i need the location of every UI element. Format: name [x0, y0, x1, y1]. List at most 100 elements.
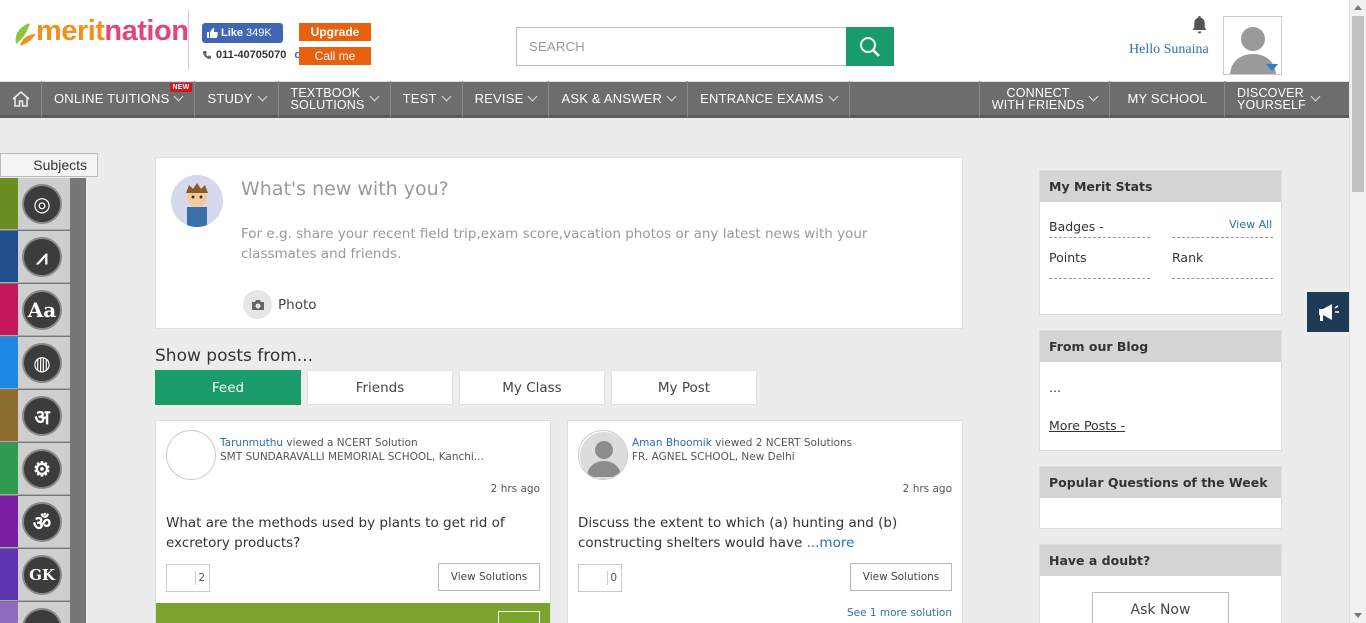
more-link[interactable]: ...more — [807, 535, 855, 551]
school-name: FR. AGNEL SCHOOL, New Delhi — [632, 451, 795, 463]
subject-gk[interactable]: GK — [0, 549, 70, 601]
subject-hindi[interactable]: अ — [0, 390, 70, 442]
gear-icon: ⚙ — [22, 449, 62, 489]
meritnation-logo[interactable]: meritnation — [10, 8, 189, 48]
post-time: 2 hrs ago — [902, 483, 952, 495]
subject-science[interactable]: ⚙ — [0, 443, 70, 495]
greeting-text[interactable]: Hello Sunaina — [1129, 42, 1209, 58]
composer-prompt[interactable]: What's new with you? — [241, 178, 449, 200]
compass-icon: ⩘ — [22, 237, 62, 277]
megaphone-icon — [1319, 304, 1339, 321]
more-subject-icon: ∞ — [22, 608, 62, 623]
phone-icon — [203, 51, 211, 59]
chevron-down-icon — [528, 91, 538, 102]
search-input[interactable]: SEARCH — [516, 27, 847, 66]
popular-questions-widget: Popular Questions of the Week — [1039, 466, 1282, 529]
nav-ask-answer[interactable]: ASK & ANSWER — [549, 80, 689, 117]
nav-entrance-exams[interactable]: ENTRANCE EXAMS — [688, 80, 850, 117]
nav-revise[interactable]: REVISE — [463, 80, 550, 117]
see-more-solution-link[interactable]: See 1 more solution — [847, 607, 952, 619]
chevron-down-icon — [828, 91, 839, 102]
merit-stats-widget: My Merit Stats Badges - View All Points … — [1039, 170, 1282, 315]
new-badge: NEW — [169, 82, 193, 92]
main-nav: ONLINE TUITIONS NEW STUDY TEXTBOOK SOLUTI… — [0, 80, 1349, 118]
search-button[interactable] — [846, 27, 894, 66]
english-icon: Aa — [22, 290, 62, 330]
nav-online-tuitions[interactable]: ONLINE TUITIONS NEW — [42, 80, 196, 117]
cartoon-avatar — [171, 175, 223, 227]
chevron-down-icon — [1088, 91, 1099, 102]
view-solutions-button[interactable]: View Solutions — [438, 563, 540, 591]
have-a-doubt-widget: Have a doubt? Ask Now — [1039, 544, 1282, 623]
page-scrollbar[interactable] — [1349, 0, 1366, 623]
school-name: SMT SUNDARAVALLI MEMORIAL SCHOOL, Kanchi… — [220, 451, 484, 463]
view-solutions-button[interactable]: View Solutions — [850, 563, 952, 591]
facebook-like-button[interactable]: Like 349K — [202, 23, 283, 43]
blog-snippet: ... — [1049, 380, 1061, 395]
sanskrit-icon: ॐ — [22, 502, 62, 542]
subject-strip: ◎ ⩘ Aa ◍ अ ⚙ ॐ GK ∞ — [0, 178, 86, 623]
upgrade-button[interactable]: Upgrade — [299, 23, 371, 41]
subject-english[interactable]: Aa — [0, 284, 70, 336]
chevron-down-icon — [257, 91, 267, 102]
like-count-box[interactable]: 0 — [578, 564, 622, 592]
tab-friends[interactable]: Friends — [307, 370, 453, 405]
nav-home[interactable] — [0, 80, 42, 117]
user-avatar-placeholder[interactable] — [166, 430, 216, 480]
logo-merit-text: merit — [36, 15, 105, 47]
user-name-link[interactable]: Tarunmuthu — [220, 437, 283, 449]
view-all-link[interactable]: View All — [1229, 218, 1272, 231]
question-text[interactable]: What are the methods used by plants to g… — [166, 513, 536, 553]
subject-more[interactable]: ∞ — [0, 602, 70, 623]
subject-biology[interactable]: ◎ — [0, 178, 70, 230]
fb-like-count: 349K — [246, 27, 272, 39]
avatar-dropdown-caret-icon — [1266, 64, 1278, 71]
activity-text: viewed 2 NCERT Solutions — [715, 437, 853, 449]
ask-now-button[interactable]: Ask Now — [1092, 592, 1229, 623]
points-divider — [1049, 278, 1150, 279]
announcement-button[interactable] — [1307, 292, 1349, 332]
feed-card: Aman Bhoomik viewed 2 NCERT Solutions FR… — [567, 420, 963, 623]
scroll-down-arrow-icon[interactable] — [1354, 613, 1362, 618]
user-avatar[interactable] — [578, 430, 628, 480]
nav-study[interactable]: STUDY — [195, 80, 279, 117]
subject-maths[interactable]: ⩘ — [0, 231, 70, 283]
nav-discover-yourself[interactable]: DISCOVER YOURSELF — [1225, 81, 1349, 117]
photo-label: Photo — [278, 296, 317, 313]
more-posts-link[interactable]: More Posts - — [1049, 418, 1125, 433]
have-a-doubt-title: Have a doubt? — [1040, 545, 1281, 576]
scrollbar-thumb[interactable] — [1352, 16, 1364, 192]
logo-nation-text: nation — [104, 15, 189, 47]
nav-connect-with-friends[interactable]: CONNECT WITH FRIENDS — [978, 80, 1111, 117]
blog-widget: From our Blog ... More Posts - — [1039, 330, 1282, 451]
blog-title: From our Blog — [1040, 331, 1281, 362]
phone-number: 011-40705070 — [216, 49, 287, 61]
chevron-down-icon — [441, 91, 452, 102]
nav-test[interactable]: TEST — [391, 80, 463, 117]
call-me-button[interactable]: Call me — [299, 47, 371, 65]
photo-upload-button[interactable]: Photo — [243, 290, 317, 319]
rank-label: Rank — [1172, 250, 1204, 265]
user-silhouette-icon — [580, 432, 627, 479]
notification-bell-icon[interactable] — [1191, 15, 1208, 35]
user-name-link[interactable]: Aman Bhoomik — [632, 437, 712, 449]
badges-label: Badges - — [1049, 219, 1104, 234]
subject-geography[interactable]: ◍ — [0, 337, 70, 389]
like-count-box[interactable]: 2 — [166, 564, 210, 592]
tab-my-class[interactable]: My Class — [459, 370, 605, 405]
hindi-icon: अ — [22, 396, 62, 436]
tab-feed[interactable]: Feed — [155, 370, 301, 405]
nav-textbook-solutions[interactable]: TEXTBOOK SOLUTIONS — [279, 80, 391, 117]
subject-sanskrit[interactable]: ॐ — [0, 496, 70, 548]
leaf-logo-icon — [15, 23, 36, 46]
question-text[interactable]: Discuss the extent to which (a) hunting … — [578, 513, 948, 553]
tab-my-post[interactable]: My Post — [611, 370, 757, 405]
nav-my-school[interactable]: MY SCHOOL — [1110, 80, 1226, 117]
user-avatar[interactable] — [1223, 16, 1282, 75]
globe-icon: ◍ — [22, 343, 62, 383]
phone-contact: 011-40705070 or — [202, 49, 305, 61]
scroll-up-arrow-icon[interactable] — [1354, 5, 1362, 10]
subjects-tab[interactable]: Subjects — [0, 153, 98, 177]
popular-questions-title: Popular Questions of the Week — [1040, 467, 1281, 498]
